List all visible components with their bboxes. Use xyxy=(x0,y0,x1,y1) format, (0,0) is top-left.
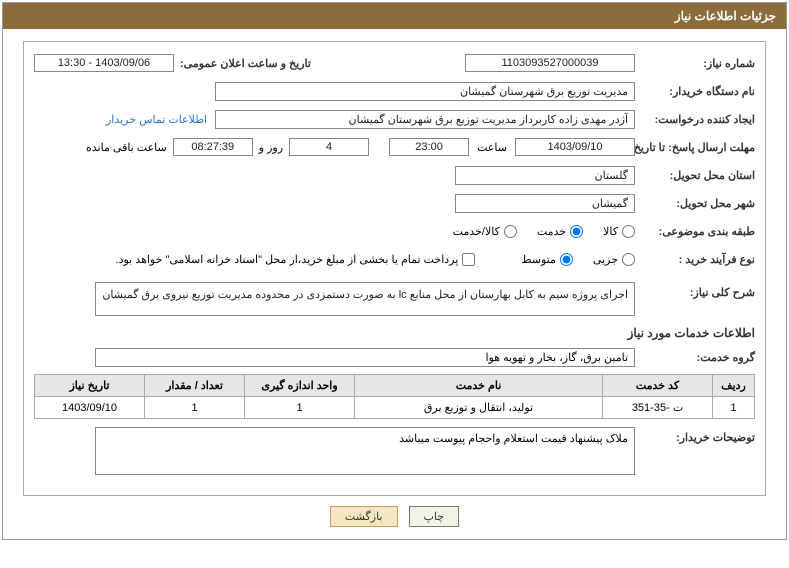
services-section-title: اطلاعات خدمات مورد نیاز xyxy=(34,326,755,340)
remaining-suffix: ساعت باقی مانده xyxy=(86,141,167,154)
time-label: ساعت xyxy=(477,141,507,154)
treasury-checkbox[interactable] xyxy=(462,253,475,266)
back-button[interactable]: بازگشت xyxy=(330,506,398,527)
deadline-date: 1403/09/10 xyxy=(515,138,635,156)
days-remaining: 4 xyxy=(289,138,369,156)
radio-minor[interactable] xyxy=(622,253,635,266)
service-group-label: گروه خدمت: xyxy=(635,351,755,364)
purchase-type-label: نوع فرآیند خرید : xyxy=(635,253,755,266)
footer-buttons: چاپ بازگشت xyxy=(3,506,786,527)
table-row: 1 ت -35-351 تولید، انتقال و توزیع برق 1 … xyxy=(35,397,755,419)
radio-both[interactable] xyxy=(504,225,517,238)
radio-goods[interactable] xyxy=(622,225,635,238)
radio-medium[interactable] xyxy=(560,253,573,266)
radio-service[interactable] xyxy=(570,225,583,238)
buyer-org: مدیریت توزیع برق شهرستان گمیشان xyxy=(215,82,635,101)
th-date: تاریخ نیاز xyxy=(35,375,145,397)
city: گمیشان xyxy=(455,194,635,213)
requester: آژدر مهدی زاده کاربرداز مدیریت توزیع برق… xyxy=(215,110,635,129)
buyer-org-label: نام دستگاه خریدار: xyxy=(635,85,755,98)
announce-label: تاریخ و ساعت اعلان عمومی: xyxy=(174,57,311,70)
deadline-label: مهلت ارسال پاسخ: تا تاریخ: xyxy=(635,141,755,154)
province: گلستان xyxy=(455,166,635,185)
buyer-desc: ملاک پیشنهاد قیمت استعلام واحجام پیوست م… xyxy=(95,427,635,475)
days-word: روز و xyxy=(259,141,283,154)
contact-link[interactable]: اطلاعات تماس خریدار xyxy=(106,113,207,126)
overall-label: شرح کلی نیاز: xyxy=(635,282,755,299)
th-unit: واحد اندازه گیری xyxy=(245,375,355,397)
th-qty: تعداد / مقدار xyxy=(145,375,245,397)
announce-value: 1403/09/06 - 13:30 xyxy=(34,54,174,72)
th-row: ردیف xyxy=(713,375,755,397)
th-code: کد خدمت xyxy=(603,375,713,397)
service-group: تامین برق، گاز، بخار و تهویه هوا xyxy=(95,348,635,367)
details-panel: شماره نیاز: 1103093527000039 تاریخ و ساع… xyxy=(23,41,766,496)
deadline-time: 23:00 xyxy=(389,138,469,156)
main-container: جزئیات اطلاعات نیاز شماره نیاز: 11030935… xyxy=(2,2,787,540)
requirement-no: 1103093527000039 xyxy=(465,54,635,72)
buyer-desc-label: توضیحات خریدار: xyxy=(635,427,755,444)
services-table: ردیف کد خدمت نام خدمت واحد اندازه گیری ت… xyxy=(34,374,755,419)
treasury-note: پرداخت تمام یا بخشی از مبلغ خرید،از محل … xyxy=(116,253,459,266)
city-label: شهر محل تحویل: xyxy=(635,197,755,210)
th-name: نام خدمت xyxy=(355,375,603,397)
category-label: طبقه بندی موضوعی: xyxy=(635,225,755,238)
page-title: جزئیات اطلاعات نیاز xyxy=(3,3,786,29)
requirement-no-label: شماره نیاز: xyxy=(635,57,755,70)
province-label: استان محل تحویل: xyxy=(635,169,755,182)
overall-desc: اجرای پروژه سیم به کابل بهارستان از محل … xyxy=(95,282,635,316)
time-remaining: 08:27:39 xyxy=(173,138,253,156)
print-button[interactable]: چاپ xyxy=(409,506,460,527)
requester-label: ایجاد کننده درخواست: xyxy=(635,113,755,126)
